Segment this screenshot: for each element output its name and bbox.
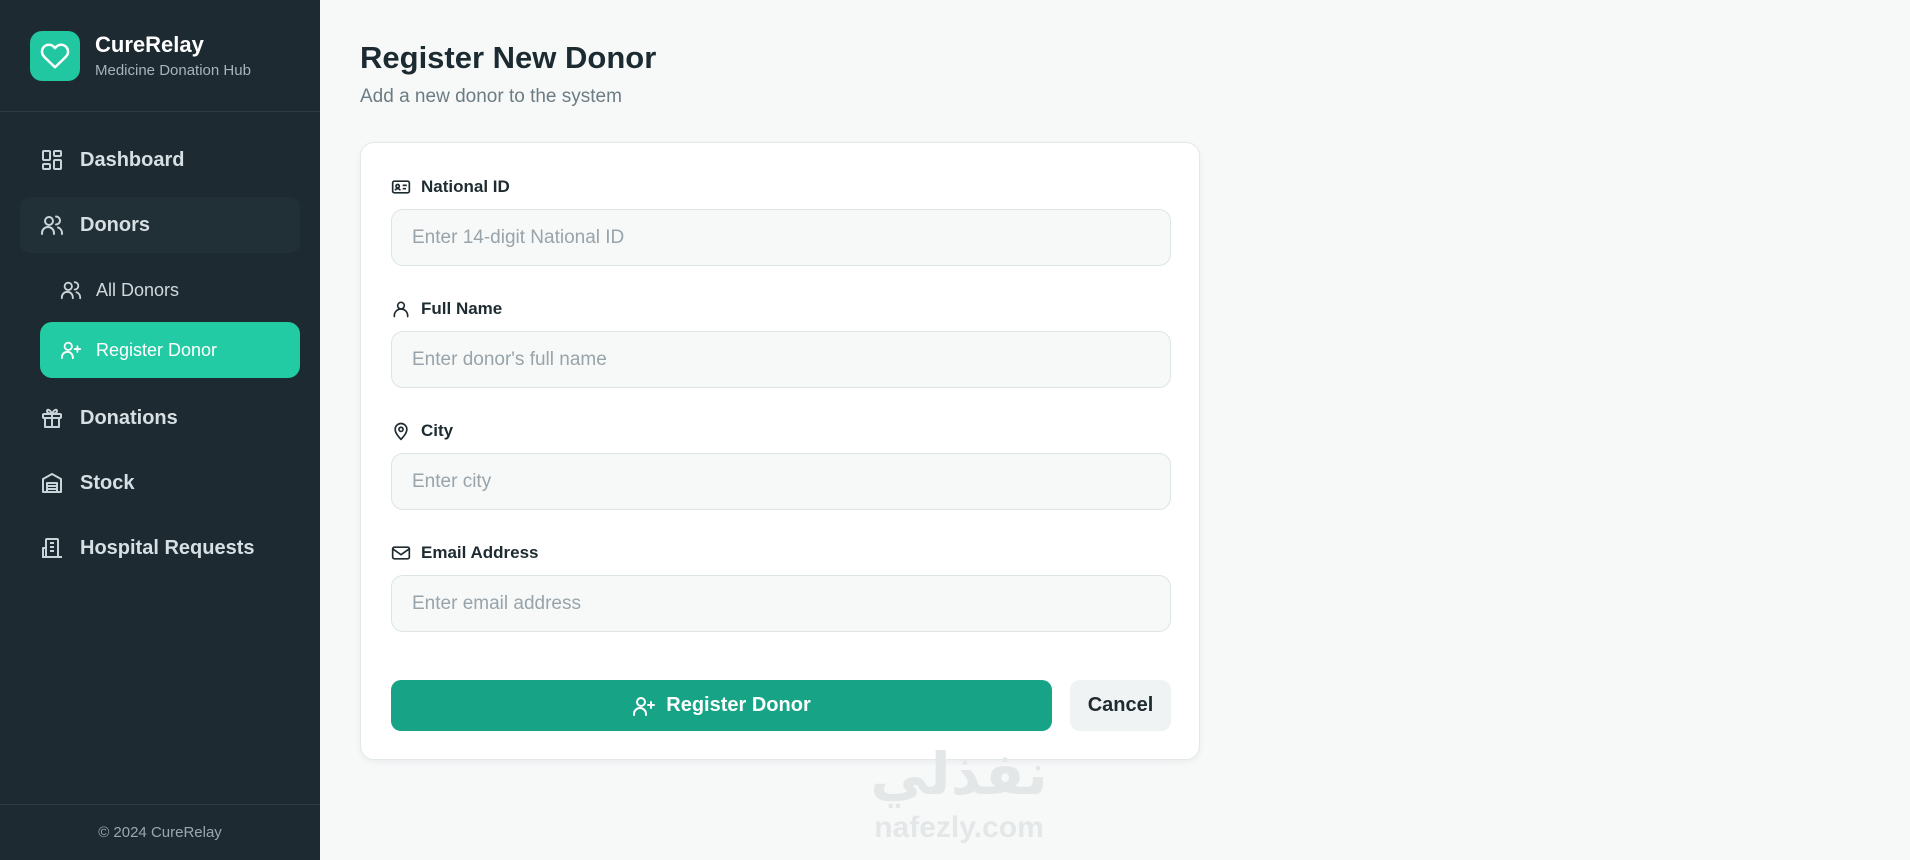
sidebar-item-stock[interactable]: Stock: [20, 455, 300, 511]
main-content: Register New Donor Add a new donor to th…: [360, 0, 1900, 860]
page-subtitle: Add a new donor to the system: [360, 86, 622, 107]
sidebar: CureRelay Medicine Donation Hub Dashboar…: [0, 0, 320, 860]
sidebar-item-label: Register Donor: [96, 339, 218, 360]
gift-icon: [40, 406, 64, 430]
city-label: City: [421, 421, 454, 440]
page-title: Register New Donor: [360, 40, 657, 75]
heart-icon: [30, 30, 80, 81]
email-input[interactable]: [391, 575, 1171, 632]
map-pin-icon: [391, 421, 411, 441]
users-icon: [40, 213, 64, 237]
email-label: Email Address: [421, 543, 539, 562]
city-field: City: [391, 419, 1171, 510]
dashboard-icon: [40, 148, 64, 172]
sidebar-item-donors[interactable]: Donors: [20, 197, 300, 253]
full-name-label: Full Name: [421, 299, 503, 318]
sidebar-nav: Dashboard Donors All Donors Register Don…: [0, 112, 320, 576]
sidebar-item-label: Hospital Requests: [80, 536, 255, 559]
mail-icon: [391, 543, 411, 563]
warehouse-icon: [40, 471, 64, 495]
sidebar-item-register-donor[interactable]: Register Donor: [40, 322, 300, 378]
national-id-label: National ID: [421, 177, 510, 196]
city-input[interactable]: [391, 453, 1171, 510]
full-name-field: Full Name: [391, 297, 1171, 388]
sidebar-item-hospital-requests[interactable]: Hospital Requests: [20, 520, 300, 576]
hospital-icon: [40, 536, 64, 560]
sidebar-item-label: All Donors: [96, 279, 180, 300]
national-id-input[interactable]: [391, 209, 1171, 266]
full-name-input[interactable]: [391, 331, 1171, 388]
user-plus-icon: [60, 339, 82, 361]
sidebar-item-all-donors[interactable]: All Donors: [40, 262, 300, 318]
register-donor-form: National ID Full Name: [360, 142, 1200, 760]
users-icon: [60, 279, 82, 301]
user-plus-icon: [632, 694, 656, 718]
sidebar-item-dashboard[interactable]: Dashboard: [20, 132, 300, 188]
donors-subnav: All Donors Register Donor: [40, 262, 300, 378]
sidebar-item-label: Dashboard: [80, 148, 185, 171]
register-donor-button-label: Register Donor: [666, 694, 811, 716]
brand-tagline: Medicine Donation Hub: [95, 62, 251, 80]
register-donor-button[interactable]: Register Donor: [391, 680, 1052, 731]
sidebar-footer: © 2024 CureRelay: [0, 804, 320, 860]
sidebar-item-label: Donations: [80, 406, 178, 429]
user-icon: [391, 299, 411, 319]
sidebar-item-label: Donors: [80, 213, 150, 236]
sidebar-item-label: Stock: [80, 471, 135, 494]
brand[interactable]: CureRelay Medicine Donation Hub: [0, 0, 320, 112]
cancel-button[interactable]: Cancel: [1070, 680, 1171, 731]
national-id-field: National ID: [391, 175, 1171, 266]
email-field: Email Address: [391, 541, 1171, 632]
brand-name: CureRelay: [95, 31, 204, 57]
sidebar-item-donations[interactable]: Donations: [20, 390, 300, 446]
id-card-icon: [391, 177, 411, 197]
